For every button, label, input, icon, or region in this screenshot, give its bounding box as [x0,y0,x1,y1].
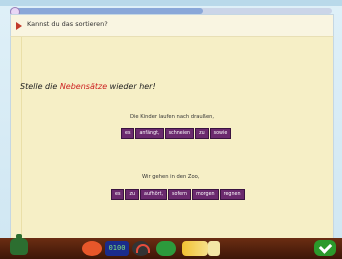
word-tile[interactable]: es [111,189,125,200]
word-tile[interactable]: morgen [192,189,219,200]
task-title-prefix: Stelle die [20,82,60,91]
word-tile[interactable]: zu [125,189,140,200]
task-title-highlight: Nebensätze [59,82,108,91]
word-tile[interactable]: sowie [209,128,232,139]
word-tile[interactable]: es [121,128,135,139]
word-tile[interactable]: aufhört, [140,189,168,200]
clock-display: 0100 [105,241,129,256]
green-button[interactable] [156,241,176,256]
sentence-2: Wir gehen in den Zoo, [142,174,200,180]
word-tile[interactable]: regnen [219,189,245,200]
tile-row-2: es zu aufhört, sofern morgen regnen [111,189,245,200]
question-header: Kannst du das sortieren? [10,14,334,37]
speedometer-icon[interactable] [132,241,150,256]
orange-circle-button[interactable] [82,241,102,256]
schoolbag-icon[interactable] [10,234,28,255]
task-title-suffix: wieder her! [107,82,156,91]
question-text: Kannst du das sortieren? [27,20,108,28]
tab-marker-icon [208,241,220,256]
arrow-icon [16,22,22,30]
word-tile[interactable]: schneien [164,128,195,139]
task-title: Stelle die Nebensätze wieder her! [20,82,156,91]
word-tile[interactable]: zu [195,128,209,139]
sentence-1: Die Kinder laufen nach draußen, [130,114,215,120]
word-tile[interactable]: sofern [168,189,192,200]
word-tile[interactable]: anfängt, [135,128,164,139]
tile-row-1: es anfängt, schneien zu sowie [121,128,232,139]
check-button[interactable] [314,240,336,256]
yellow-button[interactable] [182,241,208,256]
top-band [0,0,342,6]
